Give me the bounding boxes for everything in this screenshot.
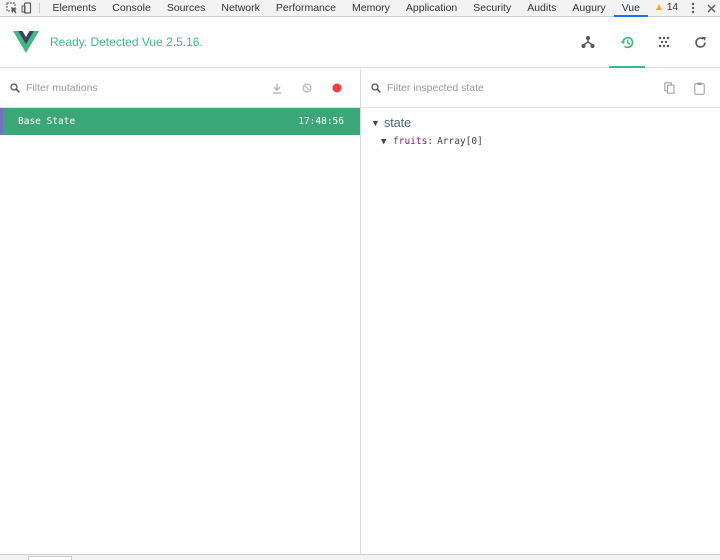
toolbar-divider <box>38 3 40 13</box>
state-section-title: state <box>384 116 412 130</box>
vuex-tab[interactable] <box>609 17 645 68</box>
devtools-tab-application[interactable]: Application <box>398 0 465 16</box>
devtools-tab-network[interactable]: Network <box>213 0 268 16</box>
mutation-entry[interactable]: Base State 17:48:56 <box>0 108 360 135</box>
history-icon <box>620 36 633 48</box>
devtools-tab-audits[interactable]: Audits <box>519 0 564 16</box>
caret-down-icon: ▼ <box>371 118 380 128</box>
state-item-row[interactable]: ▼ fruits: Array[0] <box>361 130 720 147</box>
revert-all-button[interactable] <box>292 69 322 108</box>
devtools-toolbar: Elements Console Sources Network Performance… <box>0 0 720 17</box>
mutation-label: Base State <box>18 116 76 127</box>
mutations-filter-bar <box>0 69 360 108</box>
state-tree: ▼ fruits: Array[0] <box>361 130 720 147</box>
filter-state-input[interactable] <box>387 82 587 94</box>
device-toggle-icon <box>21 2 32 14</box>
key-separator: : <box>427 136 434 147</box>
components-tab[interactable] <box>570 17 606 67</box>
record-icon <box>332 83 342 93</box>
devtools-tab-vue[interactable]: Vue <box>613 0 649 17</box>
search-icon <box>371 83 381 93</box>
devtools-tab-memory[interactable]: Memory <box>344 0 398 16</box>
mutation-time: 17:48:56 <box>298 116 344 127</box>
state-inspector-pane: ▼ state ▼ fruits:Array[0] <box>361 69 720 554</box>
mutation-list: Base State 17:48:56 <box>0 108 360 135</box>
warnings-counter[interactable]: ▲ 14 <box>648 0 684 16</box>
state-key: fruits <box>393 136 428 147</box>
caret-down-icon: ▼ <box>381 136 387 147</box>
device-toolbar-button[interactable] <box>20 0 35 16</box>
status-text: Ready. Detected Vue 2.5.16. <box>50 35 203 49</box>
state-filter-bar <box>361 69 720 108</box>
record-toggle-button[interactable] <box>322 69 352 108</box>
import-state-button[interactable] <box>684 69 714 108</box>
clipboard-icon <box>693 82 705 95</box>
cursor-select-icon <box>6 2 18 14</box>
filter-mutations-input[interactable] <box>26 82 226 94</box>
vue-logo <box>13 31 39 53</box>
warning-count: 14 <box>666 2 679 13</box>
copy-icon <box>663 82 674 94</box>
refresh-button[interactable] <box>682 17 718 67</box>
search-icon <box>10 83 20 93</box>
devtools-close-button[interactable] <box>702 4 720 13</box>
drawer-tab[interactable] <box>28 556 72 560</box>
warning-triangle-icon: ▲ <box>653 2 664 13</box>
kebab-menu-icon <box>691 2 695 14</box>
tree-icon <box>581 36 595 48</box>
state-value: Array[0] <box>437 136 483 147</box>
drawer-bar <box>0 554 720 560</box>
devtools-menu-button[interactable] <box>684 2 702 14</box>
devtools-tab-security[interactable]: Security <box>465 0 519 16</box>
mutations-pane: Base State 17:48:56 <box>0 69 361 554</box>
devtools-tab-performance[interactable]: Performance <box>268 0 344 16</box>
events-dots-icon <box>658 36 670 48</box>
vue-devtools-header: Ready. Detected Vue 2.5.16. <box>0 17 720 68</box>
devtools-tabs: Elements Console Sources Network Performance… <box>45 0 649 17</box>
inspect-element-button[interactable] <box>5 0 20 16</box>
state-section-header[interactable]: ▼ state <box>361 108 720 130</box>
devtools-tab-elements[interactable]: Elements <box>45 0 105 16</box>
events-tab[interactable] <box>646 17 682 67</box>
download-icon <box>273 83 281 94</box>
refresh-icon <box>694 36 706 48</box>
copy-state-button[interactable] <box>654 69 684 108</box>
close-icon <box>707 4 715 12</box>
devtools-tab-augury[interactable]: Augury <box>564 0 613 16</box>
commit-all-button[interactable] <box>262 69 292 108</box>
devtools-tab-console[interactable]: Console <box>104 0 159 16</box>
block-icon <box>302 83 312 93</box>
devtools-tab-sources[interactable]: Sources <box>159 0 214 16</box>
